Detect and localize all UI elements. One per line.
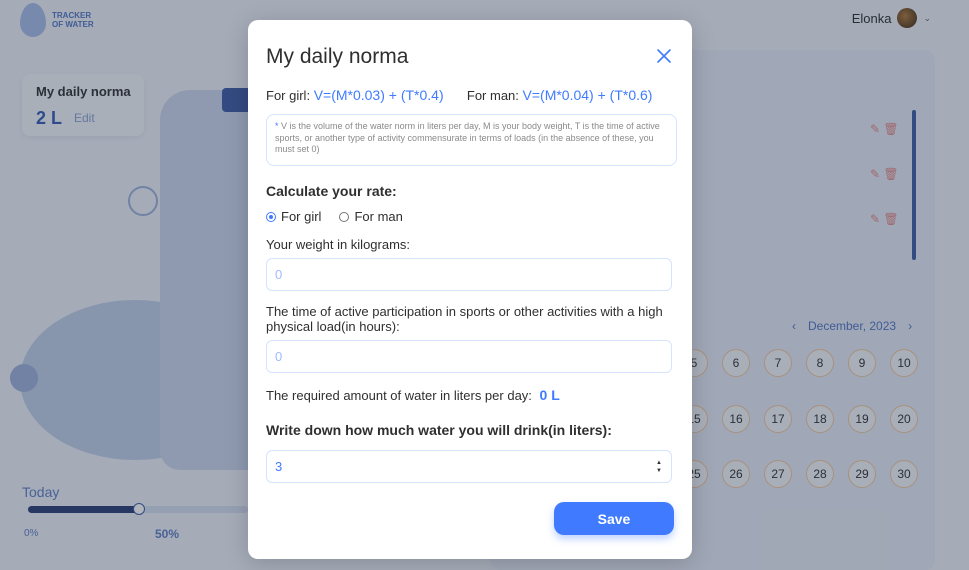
formulas-row: For girl: V=(M*0.03) + (T*0.4) For man: … xyxy=(266,87,652,103)
weight-label: Your weight in kilograms: xyxy=(266,237,411,252)
girl-formula-prefix: For girl: xyxy=(266,88,311,103)
radio-girl-label: For girl xyxy=(281,209,322,224)
radio-for-man[interactable]: For man xyxy=(339,209,403,224)
stepper-down-icon[interactable]: ▼ xyxy=(656,468,662,474)
required-amount-row: The required amount of water in liters p… xyxy=(266,387,560,403)
weight-input[interactable]: 0 xyxy=(266,258,672,291)
drink-amount-value: 3 xyxy=(275,459,283,474)
weight-input-value: 0 xyxy=(275,267,283,282)
number-stepper[interactable]: ▲ ▼ xyxy=(655,460,663,474)
radio-man-circle[interactable] xyxy=(339,211,350,222)
activity-time-label: The time of active participation in spor… xyxy=(266,304,663,334)
drink-amount-input[interactable]: 3 ▲ ▼ xyxy=(266,450,672,483)
modal-title: My daily norma xyxy=(266,45,409,68)
required-amount-value: 0 L xyxy=(539,387,560,403)
gender-radio-group: For girl For man xyxy=(266,209,421,224)
required-amount-label: The required amount of water in liters p… xyxy=(266,388,532,403)
radio-girl-circle[interactable] xyxy=(266,211,276,222)
calculate-rate-heading: Calculate your rate: xyxy=(266,183,397,199)
man-formula-prefix: For man: xyxy=(466,88,519,103)
activity-time-input-value: 0 xyxy=(275,349,283,364)
stepper-up-icon[interactable]: ▲ xyxy=(656,460,662,466)
radio-man-label: For man xyxy=(354,209,403,224)
girl-formula: V=(M*0.03) + (T*0.4) xyxy=(313,87,444,103)
daily-norma-modal: My daily norma For girl: V=(M*0.03) + (T… xyxy=(248,20,692,559)
save-button[interactable]: Save xyxy=(554,502,674,535)
note-text: V is the volume of the water norm in lit… xyxy=(275,121,660,154)
drink-amount-heading: Write down how much water you will drink… xyxy=(266,422,612,438)
close-icon[interactable] xyxy=(654,46,674,66)
note-asterisk: * xyxy=(275,121,279,131)
man-formula: V=(M*0.04) + (T*0.6) xyxy=(522,87,653,103)
formula-note: * V is the volume of the water norm in l… xyxy=(266,114,677,166)
activity-time-input[interactable]: 0 xyxy=(266,340,672,373)
radio-for-girl[interactable]: For girl xyxy=(266,209,321,224)
